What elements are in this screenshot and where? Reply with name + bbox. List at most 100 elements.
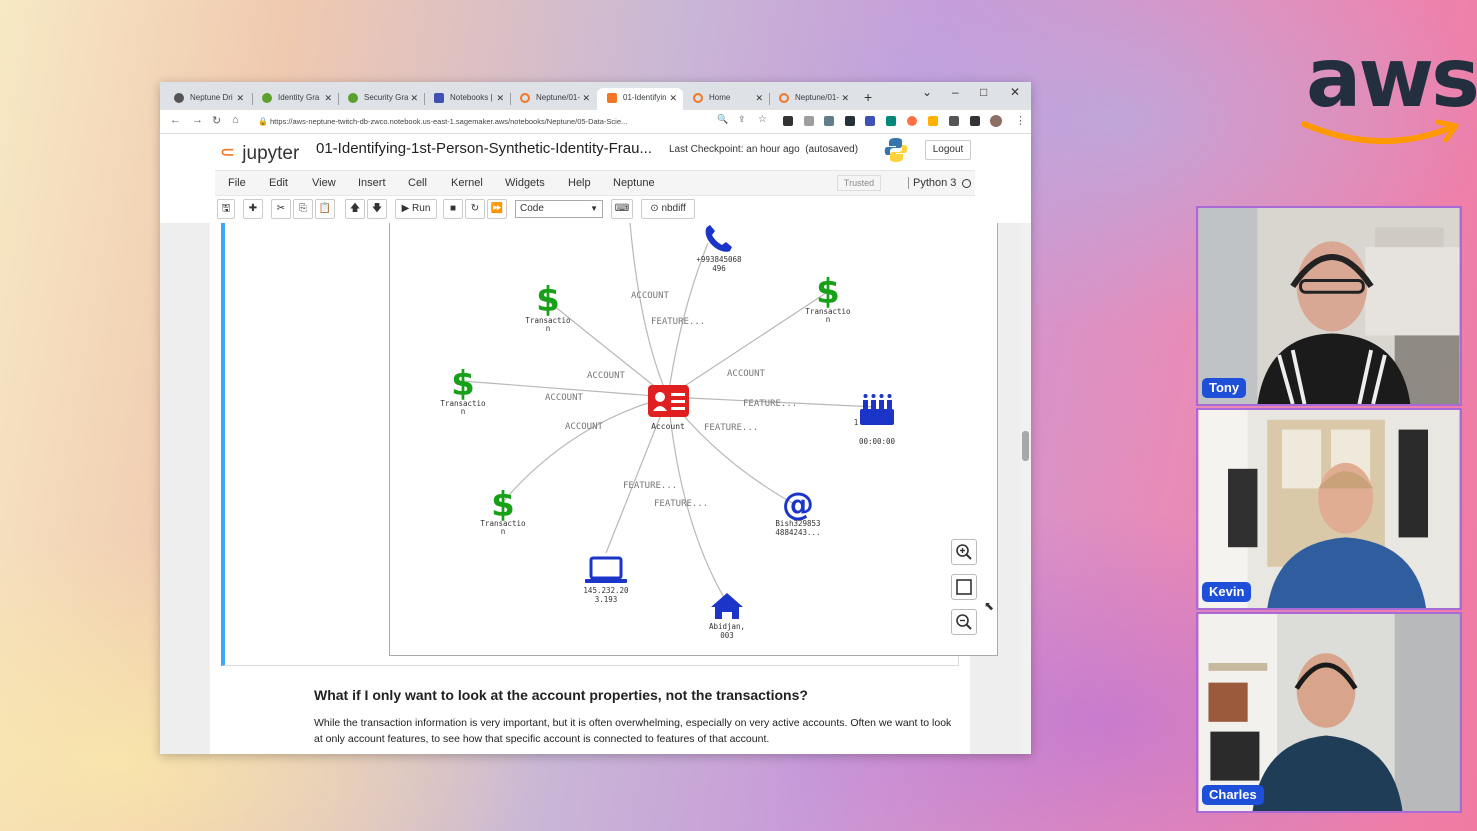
notebook-scrollbar[interactable] [1020,223,1031,754]
logout-button[interactable]: Logout [925,140,971,160]
menu-bar: File Edit View Insert Cell Kernel Widget… [215,170,975,196]
zoom-out-button[interactable] [951,609,977,635]
trusted-badge[interactable]: Trusted [837,175,881,191]
extension-icon[interactable] [928,116,938,126]
move-down-icon[interactable]: 🡇 [367,199,387,219]
restart-icon[interactable]: ↻ [465,199,485,219]
back-icon[interactable]: ← [170,114,181,126]
video-tile-charles: Charles [1196,612,1462,813]
browser-tab-4[interactable]: Neptune/01- ✕ [510,88,596,110]
node-label: 3.193 [595,595,618,604]
keyboard-icon[interactable]: ⌨ [611,199,633,219]
close-tab-icon[interactable]: ✕ [410,88,418,108]
bookmark-star-icon[interactable]: ☆ [758,114,767,125]
sidebar-icon[interactable] [970,116,980,126]
account-node[interactable]: Account [648,385,689,431]
menu-cell[interactable]: Cell [408,177,427,189]
fit-view-button[interactable] [951,574,977,600]
menu-view[interactable]: View [312,177,336,189]
minimize-button[interactable]: – [952,85,959,99]
transaction-node[interactable]: $ Transactio n [480,485,526,536]
browser-tab-2[interactable]: Security Gra ✕ [338,88,424,110]
menu-kernel[interactable]: Kernel [451,177,483,189]
new-tab-button[interactable]: + [864,89,872,105]
extension-icon[interactable] [886,116,896,126]
graph-canvas[interactable]: ACCOUNT FEATURE... ACCOUNT ACCOUNT ACCOU… [390,223,999,656]
extension-icon[interactable] [865,116,875,126]
video-tile-tony: Tony [1196,206,1462,406]
save-icon[interactable]: 🖫 [217,199,235,219]
close-tab-icon[interactable]: ✕ [841,88,849,108]
markdown-paragraph: While the transaction information is ver… [314,717,952,745]
share-icon[interactable]: ⇪ [738,114,746,125]
dollar-icon: $ [536,280,560,320]
node-label: n [546,324,551,333]
participant-video [1198,614,1460,811]
menu-insert[interactable]: Insert [358,177,386,189]
avatar[interactable] [990,115,1002,127]
kebab-menu-icon[interactable]: ⋮ [1015,114,1026,127]
extension-icon[interactable] [845,116,855,126]
menu-neptune[interactable]: Neptune [613,177,655,189]
stop-icon[interactable]: ■ [443,199,463,219]
nbdiff-button[interactable]: ⊙ nbdiff [641,199,695,219]
puzzle-icon[interactable] [949,116,959,126]
menu-edit[interactable]: Edit [269,177,288,189]
close-tab-icon[interactable]: ✕ [324,88,332,108]
restart-run-all-icon[interactable]: ⏩ [487,199,507,219]
id-card-icon [648,385,689,417]
phone-node[interactable]: +993845068 496 [696,225,742,273]
address-node[interactable]: Abidjan, 003 [709,593,745,640]
cell-type-select[interactable]: Code ▼ [515,200,603,218]
browser-tab-7[interactable]: Neptune/01- ✕ [769,88,855,110]
close-tab-icon[interactable]: ✕ [755,88,763,108]
tab-search-icon[interactable]: ⌄ [922,85,932,99]
browser-tab-6[interactable]: Home ✕ [683,88,769,110]
zoom-icon[interactable]: 🔍 [717,114,728,125]
transaction-node[interactable]: $ Transactio n [525,280,571,333]
transaction-node[interactable]: $ Transactio n [805,272,851,324]
transaction-node[interactable]: $ Transactio n [440,364,486,416]
graph-visualization[interactable]: ACCOUNT FEATURE... ACCOUNT ACCOUNT ACCOU… [389,223,998,656]
move-up-icon[interactable]: 🡅 [345,199,365,219]
email-node[interactable]: @ Bish329853 4884243... [775,485,820,537]
birthday-node[interactable]: 1 00:00:00 [854,394,896,446]
notebook-title[interactable]: 01-Identifying-1st-Person-Synthetic-Iden… [316,140,652,157]
paste-icon[interactable]: 📋 [315,199,335,219]
edge-label: ACCOUNT [631,291,670,301]
close-tab-icon[interactable]: ✕ [582,88,590,108]
menu-file[interactable]: File [228,177,246,189]
close-tab-icon[interactable]: ✕ [496,88,504,108]
browser-tab-0[interactable]: Neptune Dri ✕ [164,88,250,110]
copy-icon[interactable]: ⎘ [293,199,313,219]
close-tab-icon[interactable]: ✕ [236,88,244,108]
extension-icon[interactable] [783,116,793,126]
add-cell-button[interactable]: ✚ [243,199,263,219]
extension-icon[interactable] [804,116,814,126]
extension-icon[interactable] [824,116,834,126]
aws-logo: aws [1300,30,1477,150]
scroll-thumb[interactable] [1022,431,1029,461]
url-field[interactable]: 🔒 https://aws-neptune-twitch-db-zwco.not… [254,113,774,131]
browser-window: Neptune Dri ✕ Identity Gra ✕ Security Gr… [160,82,1031,754]
cut-icon[interactable]: ✂ [271,199,291,219]
menu-widgets[interactable]: Widgets [505,177,545,189]
run-button[interactable]: ▶ Run [395,199,437,219]
menu-help[interactable]: Help [568,177,591,189]
extension-icon[interactable] [907,116,917,126]
forward-icon[interactable]: → [192,114,203,126]
zoom-in-button[interactable] [951,539,977,565]
ip-address-node[interactable]: 145.232.20 3.193 [583,556,629,604]
home-icon[interactable]: ⌂ [232,114,239,126]
kernel-name[interactable]: Python 3 [908,177,956,189]
jupyter-logo[interactable]: ⸦ jupyter [218,139,299,165]
node-label: Account [651,422,685,431]
maximize-button[interactable]: □ [980,85,987,99]
reload-icon[interactable]: ↻ [212,114,221,127]
browser-tab-3[interactable]: Notebooks | ✕ [424,88,510,110]
node-label: 145.232.20 [583,586,629,595]
close-tab-icon[interactable]: ✕ [669,88,677,108]
close-window-button[interactable]: ✕ [1010,85,1020,99]
browser-tab-5-active[interactable]: 01-Identifyin ✕ [597,88,683,110]
browser-tab-1[interactable]: Identity Gra ✕ [252,88,338,110]
